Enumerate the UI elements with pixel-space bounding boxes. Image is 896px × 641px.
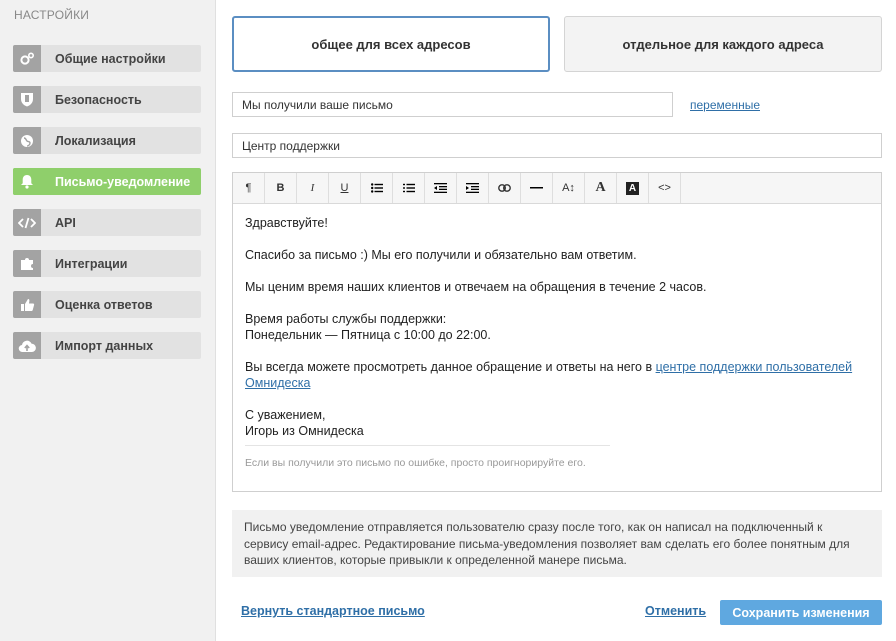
- link-icon[interactable]: [489, 173, 521, 203]
- italic-icon[interactable]: I: [297, 173, 329, 203]
- editor-footer-note: Если вы получили это письмо по ошибке, п…: [245, 457, 586, 469]
- variables-link[interactable]: переменные: [690, 98, 760, 112]
- sidebar-item-answer-rating[interactable]: Оценка ответов: [13, 291, 201, 318]
- sender-name-input[interactable]: [232, 133, 882, 158]
- letter-editor: ¶ B I U A↕ A A <> Здравствуйте! Спасибо …: [232, 172, 882, 492]
- bold-icon[interactable]: B: [265, 173, 297, 203]
- editor-thanks: Спасибо за письмо :) Мы его получили и о…: [245, 248, 637, 262]
- sidebar-item-localization[interactable]: Локализация: [13, 127, 201, 154]
- cloud-upload-icon: [13, 332, 41, 359]
- cancel-link[interactable]: Отменить: [645, 604, 706, 618]
- underline-icon[interactable]: U: [329, 173, 361, 203]
- sidebar-item-general-settings[interactable]: Общие настройки: [13, 45, 201, 72]
- editor-signature-block: С уважением, Игорь из Омнидеска: [245, 407, 869, 439]
- save-button[interactable]: Сохранить изменения: [720, 600, 882, 625]
- source-code-icon[interactable]: <>: [649, 173, 681, 203]
- gears-icon: [13, 45, 41, 72]
- restore-default-link[interactable]: Вернуть стандартное письмо: [241, 604, 425, 618]
- sidebar-item-label: Локализация: [55, 133, 136, 148]
- info-box: Письмо уведомление отправляется пользова…: [232, 510, 882, 577]
- shield-icon: [13, 86, 41, 113]
- sidebar-item-security[interactable]: Безопасность: [13, 86, 201, 113]
- sidebar-item-label: API: [55, 215, 76, 230]
- editor-greeting: Здравствуйте!: [245, 216, 328, 230]
- code-icon: [13, 209, 41, 236]
- editor-divider: [245, 445, 610, 446]
- editor-hours-title: Время работы службы поддержки:: [245, 312, 447, 326]
- sidebar-item-api[interactable]: API: [13, 209, 201, 236]
- sidebar-item-label: Безопасность: [55, 92, 142, 107]
- font-size-icon[interactable]: A↕: [553, 173, 585, 203]
- editor-signature: Игорь из Омнидеска: [245, 424, 364, 438]
- editor-hours-value: Понедельник — Пятница с 10:00 до 22:00.: [245, 328, 491, 342]
- sidebar-item-label: Письмо-уведомление: [55, 174, 191, 189]
- indent-icon[interactable]: [457, 173, 489, 203]
- thumbs-up-icon: [13, 291, 41, 318]
- editor-toolbar: ¶ B I U A↕ A A <>: [233, 173, 881, 204]
- sidebar-item-notification-letter[interactable]: Письмо-уведомление: [13, 168, 201, 195]
- background-color-icon[interactable]: A: [617, 173, 649, 203]
- numbered-list-icon[interactable]: [393, 173, 425, 203]
- editor-view-paragraph: Вы всегда можете просмотреть данное обра…: [245, 359, 869, 391]
- sidebar-item-label: Интеграции: [55, 256, 128, 271]
- bell-icon: [13, 168, 41, 195]
- globe-icon: [13, 127, 41, 154]
- paragraph-icon[interactable]: ¶: [233, 173, 265, 203]
- editor-regards: С уважением,: [245, 408, 326, 422]
- sidebar: НАСТРОЙКИ Общие настройки Безопасность Л…: [0, 0, 216, 641]
- mode-separate-button[interactable]: отдельное для каждого адреса: [564, 16, 882, 72]
- sidebar-item-integrations[interactable]: Интеграции: [13, 250, 201, 277]
- sidebar-item-label: Общие настройки: [55, 51, 166, 66]
- subject-input[interactable]: [232, 92, 673, 117]
- sidebar-item-label: Импорт данных: [55, 338, 154, 353]
- sidebar-item-label: Оценка ответов: [55, 297, 153, 312]
- editor-hours: Время работы службы поддержки: Понедельн…: [245, 311, 869, 343]
- editor-content[interactable]: Здравствуйте! Спасибо за письмо :) Мы ег…: [233, 204, 881, 482]
- font-color-icon[interactable]: A: [585, 173, 617, 203]
- outdent-icon[interactable]: [425, 173, 457, 203]
- bullet-list-icon[interactable]: [361, 173, 393, 203]
- horizontal-rule-icon[interactable]: [521, 173, 553, 203]
- sidebar-item-data-import[interactable]: Импорт данных: [13, 332, 201, 359]
- mode-common-button[interactable]: общее для всех адресов: [232, 16, 550, 72]
- editor-view-text: Вы всегда можете просмотреть данное обра…: [245, 360, 656, 374]
- sidebar-title: НАСТРОЙКИ: [14, 8, 90, 22]
- editor-response-time: Мы ценим время наших клиентов и отвечаем…: [245, 280, 707, 294]
- puzzle-icon: [13, 250, 41, 277]
